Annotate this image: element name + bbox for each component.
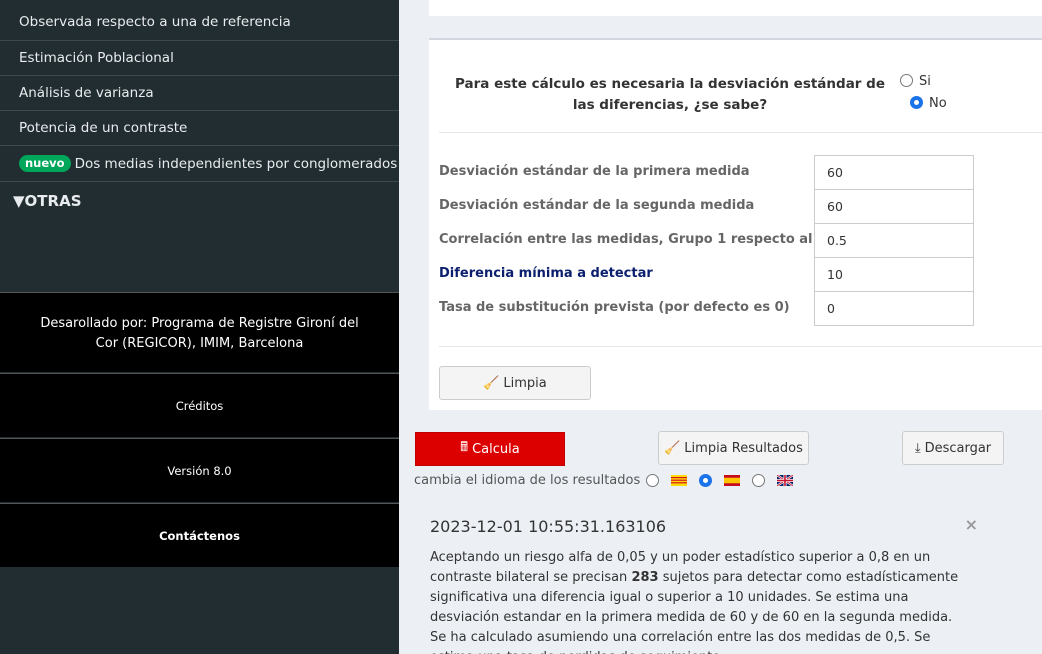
broom-icon: 🧹 (483, 375, 500, 391)
catalan-flag-icon (671, 475, 688, 486)
sidebar-item-label: Estimación Poblacional (19, 50, 174, 66)
divider (439, 132, 1042, 133)
sd-second-input[interactable]: 60 (814, 189, 974, 224)
result-timestamp: 2023-12-01 10:55:31.163106 (430, 517, 667, 536)
sidebar-item-label: Análisis de varianza (19, 85, 154, 101)
clear-results-button[interactable]: 🧹 Limpia Resultados (658, 431, 809, 465)
radio-no[interactable]: No (910, 96, 947, 111)
contact-link[interactable]: Contáctenos (0, 503, 399, 567)
field-sd-second: Desviación estándar de la segunda medida… (439, 189, 1042, 224)
input-panel: Para este cálculo es necesaria la desvia… (429, 38, 1042, 410)
field-sd-first: Desviación estándar de la primera medida… (439, 155, 1042, 190)
download-button[interactable]: ⤓ Descargar (902, 431, 1004, 465)
sidebar-item-estimacion[interactable]: Estimación Poblacional (0, 41, 399, 76)
sidebar-item-potencia[interactable]: Potencia de un contraste (0, 111, 399, 146)
sidebar-section-otras[interactable]: ▼OTRAS (13, 192, 82, 210)
field-substitution-rate: Tasa de substitución prevista (por defec… (439, 291, 1042, 326)
broom-icon: 🧹 (664, 440, 681, 456)
sd-first-input[interactable]: 60 (814, 155, 974, 190)
radio-lang-ca[interactable] (646, 474, 660, 487)
clear-button[interactable]: 🧹 Limpia (439, 366, 591, 400)
sidebar-item-label: Dos medias independientes por conglomera… (74, 156, 398, 172)
sidebar-item-label: Observada respecto a una de referencia (19, 14, 291, 30)
spanish-flag-icon (724, 475, 741, 486)
sidebar-item-label: Potencia de un contraste (19, 120, 188, 136)
std-dev-question: Para este cálculo es necesaria la desvia… (455, 76, 885, 113)
credits-link[interactable]: Créditos (0, 373, 399, 437)
language-selector: cambia el idioma de los resultados (414, 473, 794, 488)
language-prompt: cambia el idioma de los resultados (414, 473, 641, 488)
min-difference-input[interactable]: 10 (814, 257, 974, 292)
caret-down-icon: ▼ (13, 192, 25, 210)
previous-panel (429, 0, 1042, 16)
field-min-difference: Diferencia mínima a detectar 10 (439, 257, 1042, 292)
field-label: Diferencia mínima a detectar (439, 266, 653, 281)
field-label: Desviación estándar de la segunda medida (439, 198, 755, 213)
result-text: Aceptando un riesgo alfa de 0,05 y un po… (430, 550, 959, 654)
radio-lang-es[interactable] (699, 474, 713, 487)
developed-by: Desarollado por: Programa de Registre Gi… (0, 292, 399, 372)
sidebar-item-conglomerados[interactable]: nuevo Dos medias independientes por congl… (0, 147, 399, 182)
sidebar: Observada respecto a una de referencia E… (0, 0, 399, 654)
radio-no-control[interactable] (910, 96, 923, 109)
calculator-icon: 🖩 (460, 440, 469, 455)
field-label: Tasa de substitución prevista (por defec… (439, 300, 790, 315)
radio-lang-en[interactable] (752, 474, 766, 487)
sidebar-item-anova[interactable]: Análisis de varianza (0, 76, 399, 111)
download-icon: ⤓ (914, 440, 921, 456)
sample-size: 283 (631, 570, 659, 585)
correlation-input[interactable]: 0.5 (814, 223, 974, 258)
result-box: 2023-12-01 10:55:31.163106 × Aceptando u… (430, 505, 990, 654)
version-label: Versión 8.0 (0, 438, 399, 502)
uk-flag-icon (777, 475, 794, 486)
new-badge: nuevo (19, 155, 71, 172)
field-correlation: Correlación entre las medidas, Grupo 1 r… (439, 223, 1042, 258)
substitution-rate-input[interactable]: 0 (814, 291, 974, 326)
divider (439, 346, 1042, 347)
field-label: Desviación estándar de la primera medida (439, 164, 750, 179)
sidebar-item-observada[interactable]: Observada respecto a una de referencia (0, 5, 399, 41)
radio-si[interactable]: Si (900, 74, 931, 89)
calculate-button[interactable]: 🖩 Calcula (415, 432, 565, 466)
field-label: Correlación entre las medidas, Grupo 1 r… (439, 232, 876, 247)
radio-si-control[interactable] (900, 74, 913, 87)
close-icon[interactable]: × (965, 515, 978, 534)
